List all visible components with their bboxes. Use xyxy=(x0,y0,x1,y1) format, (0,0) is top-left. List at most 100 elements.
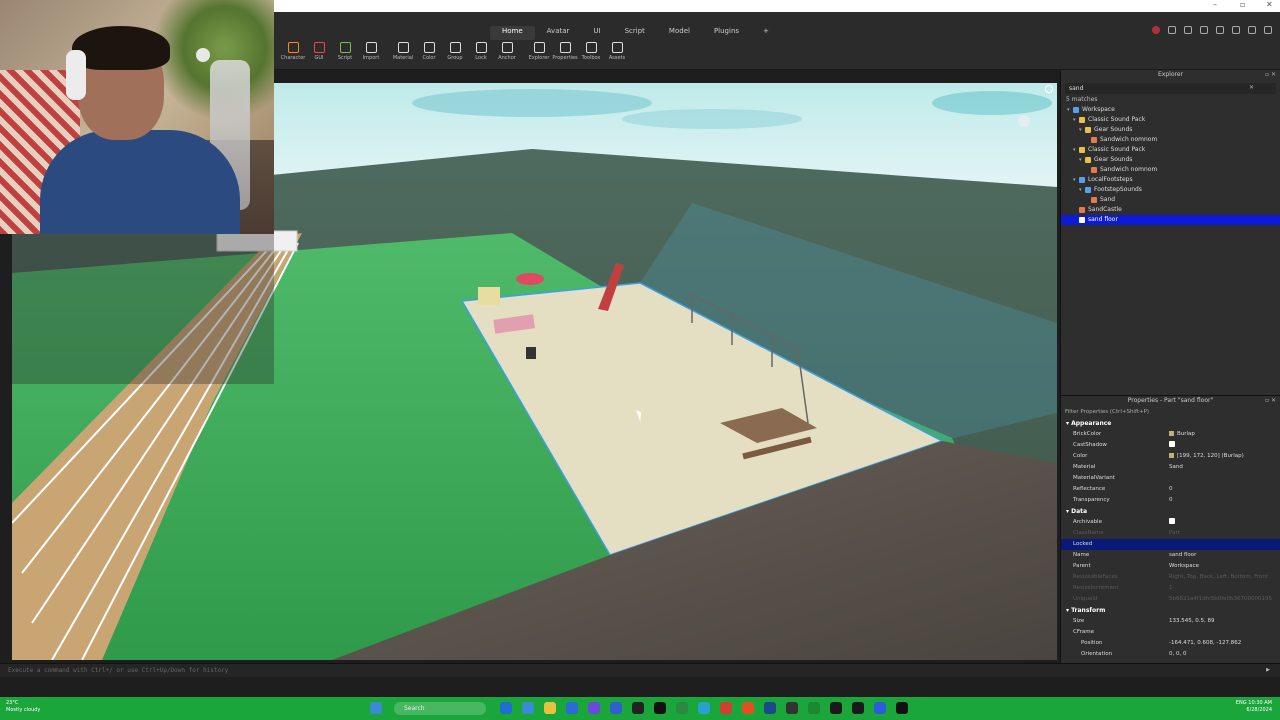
group-tool-button[interactable]: Group xyxy=(442,42,468,68)
tree-item[interactable]: SandCastle xyxy=(1061,205,1280,215)
tree-item[interactable]: ▾ Classic Sound Pack xyxy=(1061,115,1280,125)
property-section-header[interactable]: ▾ Appearance xyxy=(1061,418,1280,429)
menu-tab-avatar[interactable]: Avatar xyxy=(535,26,582,40)
property-value[interactable]: [199, 172, 120] (Burlap) xyxy=(1169,451,1244,462)
assets-tool-button[interactable]: Assets xyxy=(604,42,630,68)
property-row[interactable]: Parent Workspace xyxy=(1061,561,1280,572)
property-value[interactable]: 0 xyxy=(1169,484,1173,495)
property-section-header[interactable]: ▾ Data xyxy=(1061,506,1280,517)
explorer-tool-button[interactable]: Explorer xyxy=(526,42,552,68)
import-tool-button[interactable]: Import xyxy=(358,42,384,68)
tree-item[interactable]: ▾ Gear Sounds xyxy=(1061,125,1280,135)
close-icon[interactable]: ✕ xyxy=(1266,0,1273,9)
team-icon[interactable] xyxy=(1168,26,1176,34)
viewport-settings-icon[interactable] xyxy=(1045,85,1053,93)
tree-item[interactable]: Sand xyxy=(1061,195,1280,205)
record-icon[interactable] xyxy=(1152,26,1160,34)
properties-filter-input[interactable]: Filter Properties (Ctrl+Shift+P) xyxy=(1061,406,1280,418)
property-row[interactable]: MaterialVariant xyxy=(1061,473,1280,484)
property-row[interactable]: CastShadow xyxy=(1061,440,1280,451)
property-row[interactable]: Position -164.471, 0.608, -127.862 xyxy=(1061,638,1280,649)
tree-item[interactable]: ▾ LocalFootsteps xyxy=(1061,175,1280,185)
property-value[interactable]: Workspace xyxy=(1169,561,1199,572)
property-row[interactable]: Size 133.545, 0.5, 89 xyxy=(1061,616,1280,627)
tree-item[interactable]: ▾ Classic Sound Pack xyxy=(1061,145,1280,155)
character-tool-button[interactable]: Character xyxy=(280,42,306,68)
property-row[interactable]: Material Sand xyxy=(1061,462,1280,473)
app-icon[interactable] xyxy=(896,702,908,714)
telegram-icon[interactable] xyxy=(698,702,710,714)
cloud-icon[interactable] xyxy=(1232,26,1240,34)
file-explorer-icon[interactable] xyxy=(522,702,534,714)
chat-icon[interactable] xyxy=(1184,26,1192,34)
property-value[interactable] xyxy=(1169,440,1175,451)
property-row[interactable]: ResizeableFaces Right, Top, Back, Left, B… xyxy=(1061,572,1280,583)
menu-tab-home[interactable]: Home xyxy=(490,26,535,40)
run-icon[interactable]: ▶ xyxy=(1266,667,1270,673)
property-row[interactable]: Archivable xyxy=(1061,517,1280,528)
property-value[interactable]: -164.471, 0.608, -127.862 xyxy=(1169,638,1241,649)
menu-tab-model[interactable]: Model xyxy=(657,26,702,40)
app-icon[interactable] xyxy=(852,702,864,714)
panel-close-icon[interactable]: ▫ ✕ xyxy=(1265,396,1276,406)
lock-tool-button[interactable]: Lock xyxy=(468,42,494,68)
account-icon[interactable] xyxy=(1264,26,1272,34)
property-value[interactable]: Burlap xyxy=(1169,429,1195,440)
property-value[interactable]: Right, Top, Back, Left, Bottom, Front xyxy=(1169,572,1268,583)
property-row[interactable]: Color [199, 172, 120] (Burlap) xyxy=(1061,451,1280,462)
property-row[interactable]: Locked xyxy=(1061,539,1280,550)
property-row[interactable]: UniqueId 5b6821a4f1dfc5b0fe0b36700000195 xyxy=(1061,594,1280,605)
property-value[interactable]: 5b6821a4f1dfc5b0fe0b36700000195 xyxy=(1169,594,1272,605)
menu-tab-ui[interactable]: UI xyxy=(581,26,612,40)
tree-item[interactable]: sand floor xyxy=(1061,215,1280,225)
menu-tab-plugins[interactable]: Plugins xyxy=(702,26,751,40)
property-value[interactable]: 1 xyxy=(1169,583,1173,594)
tree-item[interactable]: Sandwich nomnom xyxy=(1061,135,1280,145)
properties-tool-button[interactable]: Properties xyxy=(552,42,578,68)
xbox-icon[interactable] xyxy=(676,702,688,714)
command-bar[interactable]: Execute a command with Ctrl+/ or use Ctr… xyxy=(0,663,1280,677)
property-row[interactable]: BrickColor Burlap xyxy=(1061,429,1280,440)
tree-item[interactable]: ▾ Workspace xyxy=(1061,105,1280,115)
property-row[interactable]: ResizeIncrement 1 xyxy=(1061,583,1280,594)
property-row[interactable]: Orientation 0, 0, 0 xyxy=(1061,649,1280,660)
property-value[interactable]: Sand xyxy=(1169,462,1183,473)
checkbox[interactable] xyxy=(1169,440,1175,447)
property-value[interactable]: 133.545, 0.5, 89 xyxy=(1169,616,1214,627)
explorer-filter-input[interactable]: sand ✕ xyxy=(1065,83,1276,94)
property-value[interactable]: sand floor xyxy=(1169,550,1196,561)
property-section-header[interactable]: ▾ Transform xyxy=(1061,605,1280,616)
property-value[interactable]: 0, 0, 0 xyxy=(1169,649,1187,660)
taskbar-search[interactable]: Search xyxy=(394,702,486,715)
script-tool-button[interactable]: Script xyxy=(332,42,358,68)
property-value[interactable] xyxy=(1169,517,1175,528)
app-icon[interactable] xyxy=(874,702,886,714)
menu-tab-script[interactable]: Script xyxy=(613,26,657,40)
app-icon[interactable] xyxy=(786,702,798,714)
app-icon[interactable] xyxy=(654,702,666,714)
notifications-icon[interactable] xyxy=(1248,26,1256,34)
folder-icon[interactable] xyxy=(544,702,556,714)
anchor-tool-button[interactable]: Anchor xyxy=(494,42,520,68)
property-row[interactable]: Transparency 0 xyxy=(1061,495,1280,506)
toolbox-tool-button[interactable]: Toolbox xyxy=(578,42,604,68)
tree-item[interactable]: ▾ Gear Sounds xyxy=(1061,155,1280,165)
checkbox[interactable] xyxy=(1169,517,1175,524)
weather-widget[interactable]: 23°C Mostly cloudy xyxy=(6,700,40,714)
maximize-icon[interactable]: ▫ xyxy=(1240,0,1245,9)
property-row[interactable]: ClassName Part xyxy=(1061,528,1280,539)
property-row[interactable]: CFrame xyxy=(1061,627,1280,638)
panel-close-icon[interactable]: ▫ ✕ xyxy=(1265,70,1276,80)
start-icon[interactable] xyxy=(370,702,382,714)
brave-icon[interactable] xyxy=(742,702,754,714)
share-icon[interactable] xyxy=(1200,26,1208,34)
tree-item[interactable]: Sandwich nomnom xyxy=(1061,165,1280,175)
edge-icon[interactable] xyxy=(500,702,512,714)
gui-tool-button[interactable]: GUI xyxy=(306,42,332,68)
app-icon[interactable] xyxy=(610,702,622,714)
minimize-icon[interactable]: – xyxy=(1213,0,1217,9)
store-icon[interactable] xyxy=(566,702,578,714)
property-row[interactable]: Reflectance 0 xyxy=(1061,484,1280,495)
settings-icon[interactable] xyxy=(1216,26,1224,34)
material-tool-button[interactable]: Material xyxy=(390,42,416,68)
